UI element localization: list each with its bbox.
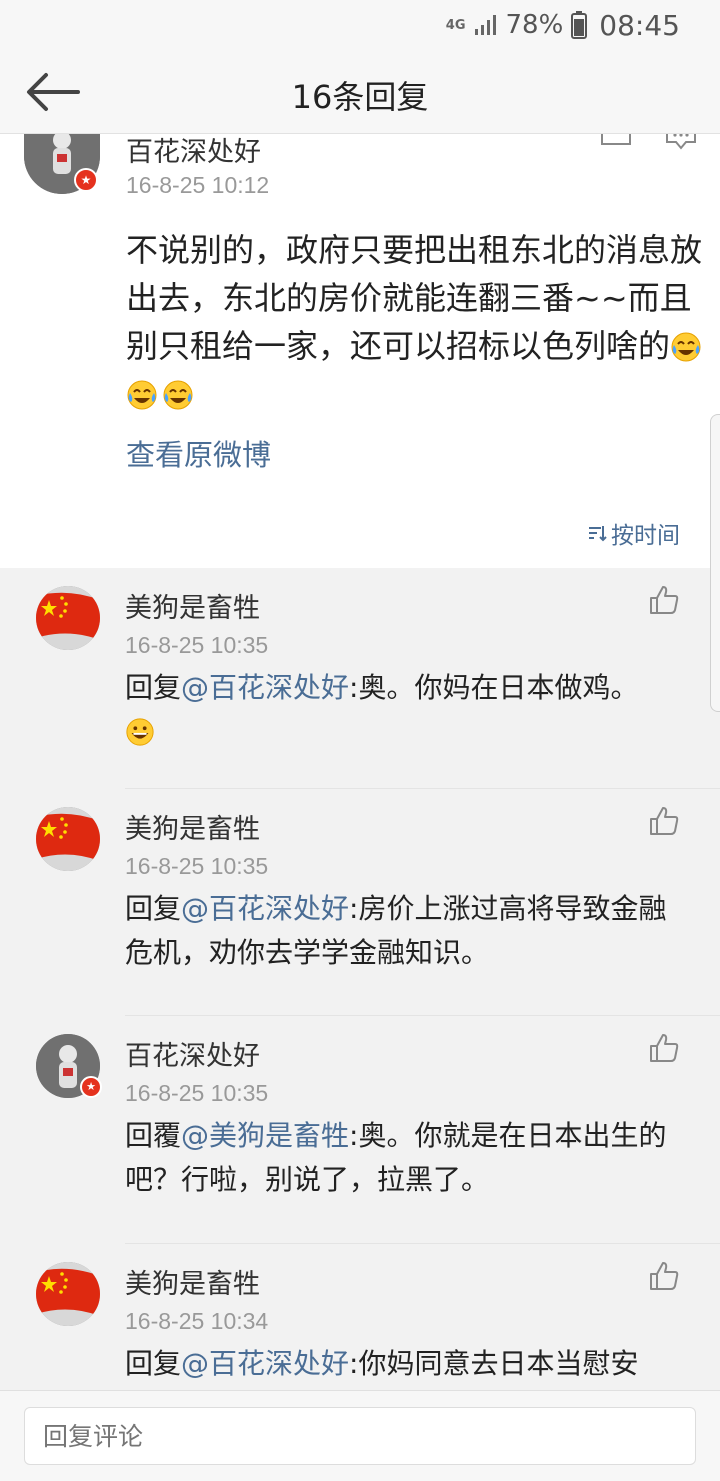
battery-percent: 78% (505, 10, 564, 40)
mention-link[interactable]: @百花深处好 (181, 1347, 349, 1380)
mention-link[interactable]: @百花深处好 (181, 671, 349, 704)
post-text: 不说别的，政府只要把出租东北的消息放出去，东北的房价就能连翻三番~~而且别只租给… (126, 226, 706, 418)
tears-of-joy-emoji (162, 376, 194, 410)
post-body: 不说别的，政府只要把出租东北的消息放出去，东北的房价就能连翻三番~~而且别只租给… (126, 231, 703, 365)
reply-body: :你妈同意去日本当慰安 (349, 1347, 639, 1380)
verified-badge: ★ (74, 168, 98, 192)
comment-text: 回复@百花深处好:奥。你妈在日本做鸡。 (125, 666, 685, 754)
avatar[interactable] (36, 807, 100, 871)
battery-icon (571, 11, 588, 39)
reply-prefix: 回复 (125, 892, 182, 925)
avatar[interactable] (36, 1262, 100, 1326)
post-time: 16-8-25 10:12 (126, 172, 270, 198)
comment-username[interactable]: 美狗是畜牲 (125, 807, 260, 846)
tears-of-joy-emoji (126, 376, 158, 410)
header-bar: 16条回复 (0, 50, 720, 134)
post-username[interactable]: 百花深处好 (126, 134, 261, 169)
comment-time: 16-8-25 10:34 (125, 1308, 269, 1334)
comment-item: 美狗是畜牲 16-8-25 10:35 回复@百花深处好:奥。你妈在日本做鸡。 (0, 568, 720, 796)
sort-label: 按时间 (611, 523, 680, 549)
status-bar: 4G 78% 08:45 (0, 0, 720, 50)
mention-link[interactable]: @百花深处好 (181, 892, 349, 925)
thumbs-up-icon[interactable] (648, 1260, 680, 1292)
comment-icon[interactable] (664, 134, 698, 152)
sort-icon (589, 526, 607, 542)
sort-by-time-button[interactable]: 按时间 (587, 516, 680, 550)
comment-username[interactable]: 美狗是畜牲 (125, 1262, 260, 1301)
comment-text: 回覆@美狗是畜牲:奥。你就是在日本出生的吧？行啦，别说了，拉黑了。 (125, 1114, 685, 1202)
reply-prefix: 回复 (125, 1347, 182, 1380)
china-flag-icon (36, 586, 100, 650)
network-type: 4G (445, 17, 466, 33)
comment-item: ★ 百花深处好 16-8-25 10:35 回覆@美狗是畜牲:奥。你就是在日本出… (0, 1016, 720, 1244)
clock: 08:45 (599, 8, 680, 42)
original-post-card: ★ 百花深处好 16-8-25 10:12 不说别的，政府只要把出租东北的消息放… (0, 134, 720, 568)
reply-prefix: 回覆 (125, 1119, 182, 1152)
comment-text: 回复@百花深处好:你妈同意去日本当慰安 (125, 1342, 685, 1386)
comment-time: 16-8-25 10:35 (125, 853, 269, 879)
page-title: 16条回复 (291, 78, 429, 116)
comment-item: 美狗是畜牲 16-8-25 10:35 回复@百花深处好:房价上涨过高将导致金融… (0, 789, 720, 1017)
comment-time: 16-8-25 10:35 (125, 1080, 269, 1106)
signal-bars-icon (474, 15, 496, 35)
reply-input[interactable] (24, 1407, 696, 1465)
comment-username[interactable]: 百花深处好 (125, 1034, 260, 1073)
thumbs-up-icon[interactable] (648, 1032, 680, 1064)
verified-badge: ★ (80, 1076, 102, 1098)
view-original-link[interactable]: 查看原微博 (126, 432, 271, 474)
tears-of-joy-emoji (670, 328, 702, 362)
reply-prefix: 回复 (125, 671, 182, 704)
grinning-emoji (125, 716, 155, 746)
comment-time: 16-8-25 10:35 (125, 632, 269, 658)
comment-text: 回复@百花深处好:房价上涨过高将导致金融危机，劝你去学学金融知识。 (125, 887, 685, 975)
reply-body: :奥。你妈在日本做鸡。 (349, 671, 639, 704)
thumbs-up-icon[interactable] (648, 584, 680, 616)
thumbs-up-icon[interactable] (648, 805, 680, 837)
comment-username[interactable]: 美狗是畜牲 (125, 586, 260, 625)
like-icon[interactable] (598, 134, 634, 150)
reply-bar (0, 1390, 720, 1481)
china-flag-icon (36, 807, 100, 871)
mention-link[interactable]: @美狗是畜牲 (181, 1119, 349, 1152)
avatar[interactable] (36, 586, 100, 650)
china-flag-icon (36, 1262, 100, 1326)
